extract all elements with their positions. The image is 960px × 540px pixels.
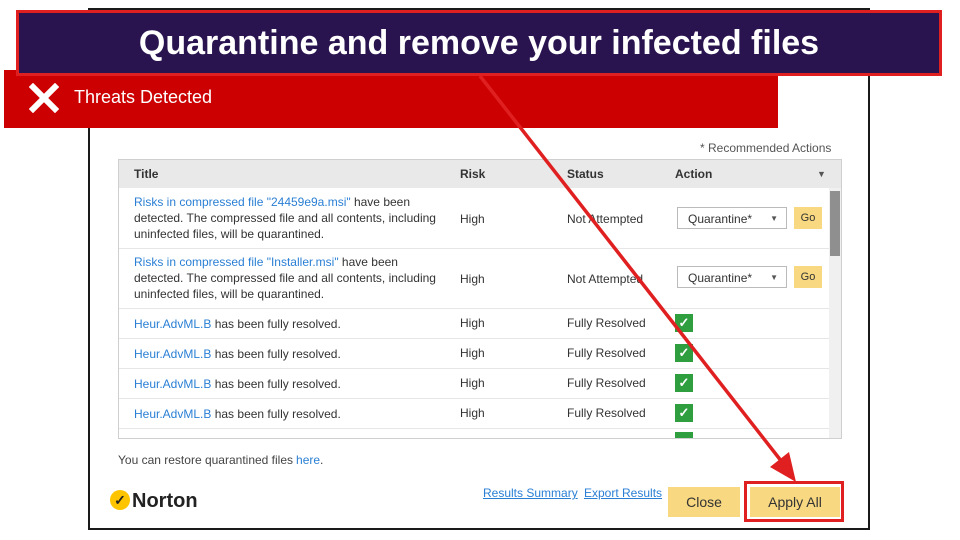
threat-description: has been fully resolved. (211, 347, 341, 361)
status-value: Not Attempted (567, 212, 644, 226)
scrollbar-thumb[interactable] (830, 191, 840, 256)
threat-link[interactable]: Risks in compressed file "24459e9a.msi" (134, 195, 351, 209)
risk-value: High (460, 406, 485, 420)
checkmark-icon (675, 432, 693, 438)
threat-description: has been fully resolved. (211, 317, 341, 331)
restore-here-link[interactable]: here (296, 453, 320, 467)
annotation-banner: Quarantine and remove your infected file… (16, 10, 942, 76)
chevron-down-icon: ▼ (770, 214, 778, 223)
action-dropdown-value: Quarantine* (688, 271, 753, 285)
restore-tail: . (320, 453, 324, 467)
table-row: Risks in compressed file "Installer.msi"… (119, 248, 829, 309)
table-row: Risks in compressed file "24459e9a.msi" … (119, 188, 829, 249)
sort-caret-icon[interactable]: ▼ (817, 169, 826, 179)
column-action[interactable]: Action (675, 167, 712, 181)
norton-logo: ✓ Norton (110, 490, 198, 513)
action-dropdown[interactable]: Quarantine* ▼ (677, 266, 787, 288)
table-header: Title Risk Status Action ▼ (119, 160, 841, 188)
risk-value: High (460, 346, 485, 360)
window-titlebar: Threats Detected (4, 70, 778, 128)
threat-title: Heur.AdvML.B has been fully resolved. (134, 316, 444, 332)
threat-description: has been fully resolved. (211, 377, 341, 391)
threat-title: Risks in compressed file "Installer.msi"… (134, 254, 444, 302)
column-risk[interactable]: Risk (460, 167, 485, 181)
apply-all-highlight (744, 481, 844, 522)
status-value: Fully Resolved (567, 346, 646, 360)
status-value: Fully Resolved (567, 376, 646, 390)
go-button[interactable]: Go (794, 207, 822, 229)
threat-link[interactable]: Heur.AdvML.B (134, 317, 211, 331)
table-row: Heur.AdvML.B has been fully resolved. Hi… (119, 368, 829, 399)
table-row: Heur.AdvML.B has been fully resolved. Hi… (119, 398, 829, 429)
column-status[interactable]: Status (567, 167, 604, 181)
restore-note: You can restore quarantined files here. (118, 453, 323, 467)
status-value: Fully Resolved (567, 316, 646, 330)
threat-description: has been fully resolved. (211, 407, 341, 421)
risk-value: High (460, 212, 485, 226)
action-dropdown-value: Quarantine* (688, 212, 753, 226)
table-row: Heur.AdvML.B has been fully resolved. Hi… (119, 338, 829, 369)
threat-title: Risks in compressed file "24459e9a.msi" … (134, 194, 444, 242)
close-x-icon (29, 83, 59, 113)
norton-check-icon: ✓ (110, 490, 130, 510)
risk-value: High (460, 316, 485, 330)
threat-link[interactable]: Heur.AdvML.B (134, 347, 211, 361)
results-summary-link[interactable]: Results Summary (483, 486, 578, 500)
threat-title: Heur.AdvML.B has been fully resolved. (134, 346, 444, 362)
checkmark-icon: ✓ (675, 374, 693, 392)
close-button[interactable]: Close (668, 487, 740, 517)
norton-logo-text: Norton (132, 490, 198, 512)
threat-link[interactable]: Heur.AdvML.B (134, 407, 211, 421)
table-row: Heur.AdvML.B has been fully resolved. Hi… (119, 308, 829, 339)
window-title: Threats Detected (74, 87, 213, 107)
checkmark-icon: ✓ (675, 314, 693, 332)
threats-table: Title Risk Status Action ▼ Risks in comp… (118, 159, 842, 439)
restore-text: You can restore quarantined files (118, 453, 294, 467)
column-title[interactable]: Title (134, 167, 158, 181)
table-scrollbar[interactable] (829, 188, 841, 438)
recommended-note: * Recommended Actions (700, 141, 832, 155)
status-value: Not Attempted (567, 272, 644, 286)
risk-value: High (460, 272, 485, 286)
go-button[interactable]: Go (794, 266, 822, 288)
threat-link[interactable]: Risks in compressed file "Installer.msi" (134, 255, 339, 269)
checkmark-icon: ✓ (675, 404, 693, 422)
risk-value: High (460, 376, 485, 390)
export-results-link[interactable]: Export Results (584, 486, 662, 500)
threat-title: Heur.AdvML.B has been fully resolved. (134, 376, 444, 392)
threat-title: Heur.AdvML.B has been fully resolved. (134, 406, 444, 422)
status-value: Fully Resolved (567, 406, 646, 420)
threat-link[interactable]: Heur.AdvML.B (134, 377, 211, 391)
action-dropdown[interactable]: Quarantine* ▼ (677, 207, 787, 229)
chevron-down-icon: ▼ (770, 273, 778, 282)
checkmark-icon: ✓ (675, 344, 693, 362)
